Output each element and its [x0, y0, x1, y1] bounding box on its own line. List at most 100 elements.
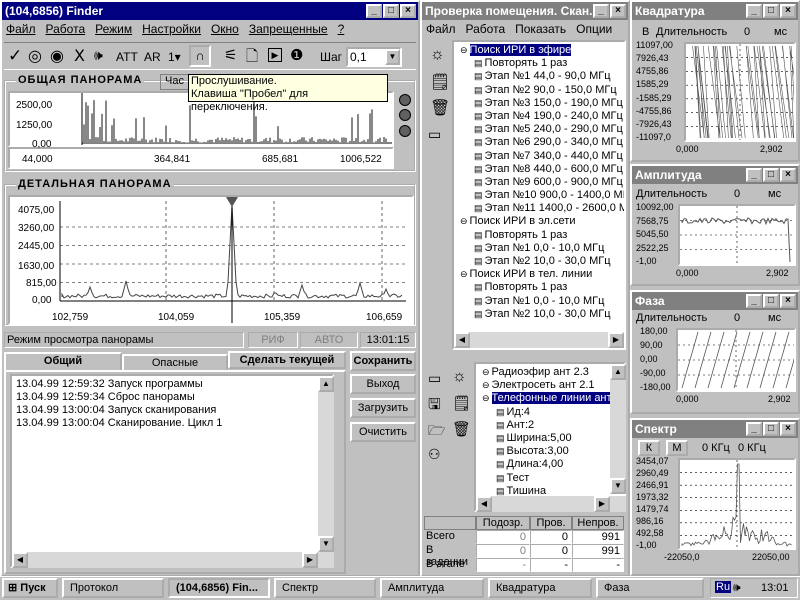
maximize-button[interactable]: □ — [763, 294, 779, 308]
scroll-left-icon[interactable]: ◀ — [454, 332, 470, 348]
stages-tree[interactable]: ⊖ Поиск ИРИ в эфире ▤ Повторять 1 раз ▤ Этап … — [452, 40, 626, 350]
spectrum-plot[interactable] — [678, 458, 796, 550]
scroll-up-icon[interactable]: ▲ — [610, 364, 626, 380]
sun-icon[interactable]: ☼ — [430, 46, 445, 64]
channel-select[interactable]: 1▾ — [168, 50, 181, 64]
scroll-right-icon[interactable]: ▶ — [302, 552, 318, 568]
tab-general[interactable]: Общий — [4, 352, 122, 370]
save-button[interactable]: Сохранить — [350, 351, 416, 371]
tree-node[interactable]: ▤ Этап №5 240,0 - 290,0 МГц — [456, 123, 624, 136]
tree-node[interactable]: ▤ Этап №2 10,0 - 30,0 МГц — [456, 255, 624, 268]
taskbar-item[interactable]: Квадратура — [488, 578, 592, 598]
channels-tree[interactable]: ⊖ Радиоэфир ант 2.3 ⊖ Электросеть ант 2.1 ⊖ Т… — [474, 362, 626, 512]
make-current-button[interactable]: Сделать текущей — [228, 351, 346, 369]
quadrature-plot[interactable] — [684, 42, 800, 142]
speaker-icon[interactable]: 🕪 — [94, 47, 103, 64]
floppy-icon[interactable]: 🖫 — [428, 394, 441, 419]
tree-node[interactable]: ▤ Длина:4,00 — [478, 458, 624, 471]
log-hscrollbar[interactable] — [12, 552, 334, 568]
menu-item[interactable]: Опции — [576, 22, 612, 36]
taskbar-item[interactable]: Протокол — [62, 578, 164, 598]
taskbar-item[interactable]: Фаза — [596, 578, 704, 598]
sun-icon[interactable]: ☼ — [452, 368, 467, 386]
scroll-up-icon[interactable]: ▲ — [318, 376, 334, 392]
tree-node[interactable]: ▤ Этап №2 10,0 - 30,0 МГц — [456, 308, 624, 321]
close-button[interactable]: × — [780, 4, 796, 18]
chevron-down-icon[interactable]: ▼ — [385, 49, 400, 65]
tree-node[interactable]: ⊖ Радиоэфир ант 2.3 — [478, 366, 624, 379]
tree-node[interactable]: ▤ Этап №1 0,0 - 10,0 МГц — [456, 295, 624, 308]
menu-item[interactable]: Настройки — [142, 22, 201, 36]
maximize-button[interactable]: □ — [763, 168, 779, 182]
close-button[interactable]: × — [780, 422, 796, 436]
menu-item[interactable]: Окно — [211, 22, 239, 36]
detail-plot[interactable] — [8, 195, 414, 325]
k-button[interactable]: К — [638, 440, 660, 456]
scroll-left-icon[interactable]: ◀ — [12, 552, 28, 568]
step-select[interactable]: 0,1 ▼ — [346, 47, 402, 67]
amplitude-plot[interactable] — [678, 204, 796, 266]
scroll-right-icon[interactable]: ▶ — [594, 496, 610, 512]
cross-icon[interactable]: Ⅹ — [74, 46, 85, 66]
folder-open-icon[interactable]: 🗁 — [428, 420, 445, 444]
clipboard-icon[interactable]: 🗒 — [430, 72, 450, 92]
tree-node[interactable]: ▤ Ант:2 — [478, 419, 624, 432]
overview-tab[interactable]: Час — [160, 74, 190, 90]
taskbar-item[interactable]: Спектр — [274, 578, 376, 598]
maximize-button[interactable]: □ — [383, 4, 399, 18]
device-icon[interactable]: ▭ — [428, 370, 441, 387]
exit-button[interactable]: Выход — [350, 374, 416, 394]
tree-node[interactable]: ⊖ Поиск ИРИ в эл.сети — [456, 215, 624, 228]
tree-node[interactable]: ▤ Повторять 1 раз — [456, 281, 624, 294]
record-icon[interactable]: ◉ — [50, 46, 64, 66]
tree-node[interactable]: ▤ Этап №11 1400,0 - 2600,0 МГц — [456, 202, 624, 215]
tree-node[interactable]: ▤ Повторять 1 раз — [456, 229, 624, 242]
tree-node[interactable]: ▤ Повторять 1 раз — [456, 57, 624, 70]
minimize-button[interactable]: _ — [593, 4, 609, 18]
clipboard-icon[interactable]: 🗒 — [452, 394, 471, 412]
tree-node[interactable]: ▤ Этап №4 190,0 - 240,0 МГц — [456, 110, 624, 123]
menu-item[interactable]: Показать — [515, 22, 566, 36]
menu-item[interactable]: Файл — [426, 22, 456, 36]
language-indicator[interactable]: Ru — [715, 581, 732, 593]
phase-plot[interactable] — [676, 328, 800, 392]
taskbar-item[interactable]: (104,6856) Fin... — [168, 578, 270, 598]
close-button[interactable]: × — [400, 4, 416, 18]
device-icon[interactable]: ▭ — [428, 126, 441, 143]
clear-button[interactable]: Очистить — [350, 422, 416, 442]
tree-node[interactable]: ▤ Этап №7 340,0 - 440,0 МГц — [456, 150, 624, 163]
close-button[interactable]: × — [780, 294, 796, 308]
menu-item[interactable]: Режим — [95, 22, 132, 36]
tree-node[interactable]: ▤ Этап №1 0,0 - 10,0 МГц — [456, 242, 624, 255]
log-list[interactable]: 13.04.99 12:59:32 Запуск программы 13.04.… — [10, 374, 334, 568]
tree-node[interactable]: ▤ Ширина:5,00 — [478, 432, 624, 445]
m-button[interactable]: М — [666, 440, 688, 456]
menu-item[interactable]: Запрещенные — [249, 22, 328, 36]
trash-icon[interactable]: 🗑 — [452, 420, 471, 438]
headphones-icon[interactable]: ∩ — [189, 45, 211, 67]
tree-node[interactable]: ▤ Тест — [478, 472, 624, 485]
minimize-button[interactable]: _ — [746, 4, 762, 18]
menu-item[interactable]: ? — [338, 22, 345, 36]
scroll-left-icon[interactable]: ◀ — [476, 496, 492, 512]
speaker-tray-icon[interactable]: 🕪 — [733, 580, 741, 595]
att-button[interactable]: ATT — [116, 50, 138, 64]
info-icon[interactable]: ❶ — [290, 46, 303, 64]
tree-node[interactable]: ▤ Этап №8 440,0 - 600,0 МГц — [456, 163, 624, 176]
search-user-icon[interactable]: ⚇ — [428, 446, 441, 463]
room-check-titlebar[interactable]: Проверка помещения. Скан... _ × — [422, 2, 628, 20]
spectrum-titlebar[interactable]: Спектр _ □ × — [632, 420, 798, 438]
scroll-right-icon[interactable]: ▶ — [608, 332, 624, 348]
tree-node[interactable]: ▤ Этап №6 290,0 - 340,0 МГц — [456, 136, 624, 149]
menu-item[interactable]: Файл — [6, 22, 36, 36]
maximize-button[interactable]: □ — [763, 4, 779, 18]
log-vscrollbar[interactable] — [318, 376, 334, 552]
tree-node[interactable]: ⊖ Телефонные линии ант — [478, 392, 624, 405]
menu-item[interactable]: Работа — [46, 22, 86, 36]
document-icon[interactable]: 🗋 — [246, 46, 258, 71]
phase-titlebar[interactable]: Фаза _ □ × — [632, 292, 798, 310]
channels-vscrollbar[interactable] — [610, 364, 626, 494]
target-icon[interactable]: ◎ — [28, 46, 42, 66]
ar-button[interactable]: AR — [144, 50, 161, 64]
tree-node[interactable]: ▤ Этап №3 150,0 - 190,0 МГц — [456, 97, 624, 110]
